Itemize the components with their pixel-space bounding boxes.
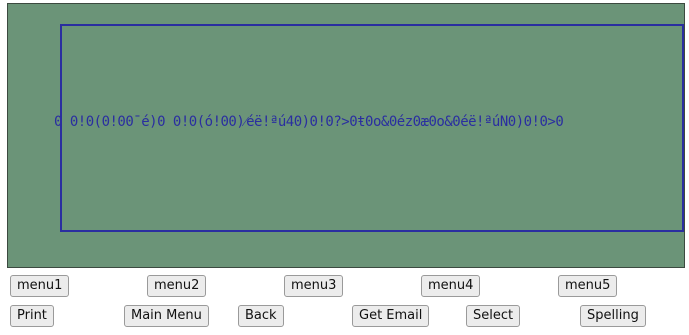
menu2-button[interactable]: menu2 xyxy=(147,275,207,297)
display-text: 0 0!0(0!00¯é)0 0!0(ó!00)⁄éë!ªú40)0!0?>0ŧ… xyxy=(54,114,564,130)
spelling-button[interactable]: Spelling xyxy=(580,305,646,327)
main-menu-button[interactable]: Main Menu xyxy=(124,305,209,327)
select-button[interactable]: Select xyxy=(466,305,521,327)
get-email-button[interactable]: Get Email xyxy=(352,305,430,327)
terminal-screen xyxy=(7,3,685,268)
back-button[interactable]: Back xyxy=(238,305,284,327)
print-button[interactable]: Print xyxy=(10,305,54,327)
menu5-button[interactable]: menu5 xyxy=(558,275,618,297)
menu1-button[interactable]: menu1 xyxy=(10,275,70,297)
menu4-button[interactable]: menu4 xyxy=(421,275,481,297)
menu3-button[interactable]: menu3 xyxy=(284,275,344,297)
